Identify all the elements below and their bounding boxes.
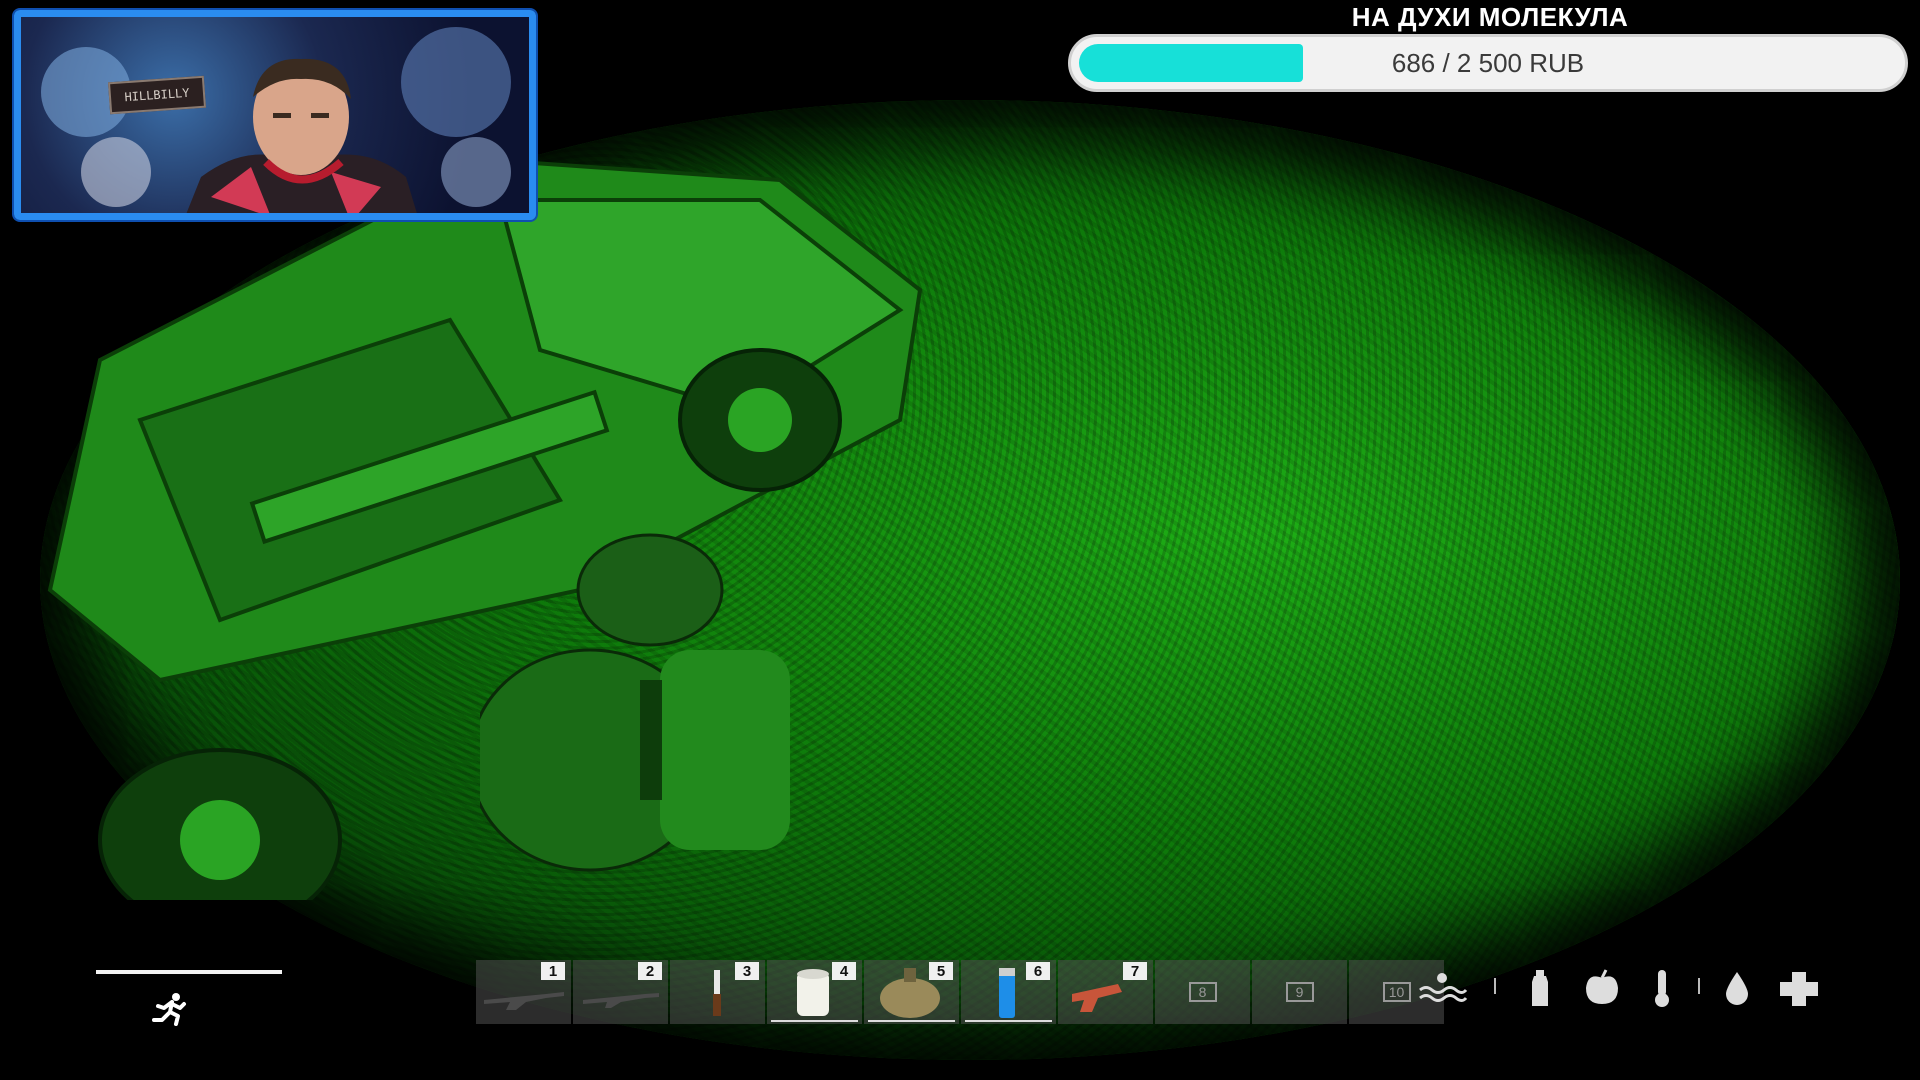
slot-number: 2 [638, 962, 662, 980]
slot-number: 10 [1382, 982, 1411, 1002]
slot-number: 8 [1188, 982, 1217, 1002]
water-level-icon [1416, 968, 1468, 1008]
hotbar: 1 2 3 4 5 6 7 8 9 10 [476, 960, 1444, 1024]
donation-title: НА ДУХИ МОЛЕКУЛА [1351, 2, 1629, 32]
hotbar-slot-9[interactable]: 9 [1252, 960, 1347, 1024]
donation-amount: 686 / 2 500 RUB [1391, 47, 1585, 78]
player-character [480, 533, 790, 872]
slot-condition-bar [965, 1020, 1052, 1022]
thermometer-icon [1648, 968, 1676, 1008]
hotbar-slot-7[interactable]: 7 [1058, 960, 1153, 1024]
slot-condition-bar [868, 1020, 955, 1022]
running-person-icon [152, 993, 186, 1026]
apple-icon [1580, 968, 1624, 1008]
slot-number: 6 [1026, 962, 1050, 980]
hotbar-slot-1[interactable]: 1 [476, 960, 571, 1024]
hotbar-slot-8[interactable]: 8 [1155, 960, 1250, 1024]
hotbar-slot-3[interactable]: 3 [670, 960, 765, 1024]
slot-number: 5 [929, 962, 953, 980]
slot-number: 9 [1285, 982, 1314, 1002]
donation-progress-bar: 686 / 2 500 RUB [1068, 34, 1908, 92]
streamer-avatar [186, 58, 417, 213]
hotbar-slot-2[interactable]: 2 [573, 960, 668, 1024]
hotbar-slot-4[interactable]: 4 [767, 960, 862, 1024]
hotbar-slot-6[interactable]: 6 [961, 960, 1056, 1024]
blood-drop-icon [1720, 968, 1754, 1008]
hotbar-slot-5[interactable]: 5 [864, 960, 959, 1024]
status-separator [1494, 978, 1496, 994]
health-cross-icon [1776, 968, 1822, 1008]
slot-number: 7 [1123, 962, 1147, 980]
webcam-overlay: HILLBILLY [14, 10, 536, 220]
stamina-bar [96, 970, 282, 974]
slot-condition-bar [771, 1020, 858, 1022]
slot-number: 1 [541, 962, 565, 980]
status-separator [1698, 978, 1700, 994]
slot-number: 4 [832, 962, 856, 980]
bottle-icon [1524, 968, 1556, 1008]
slot-number: 3 [735, 962, 759, 980]
